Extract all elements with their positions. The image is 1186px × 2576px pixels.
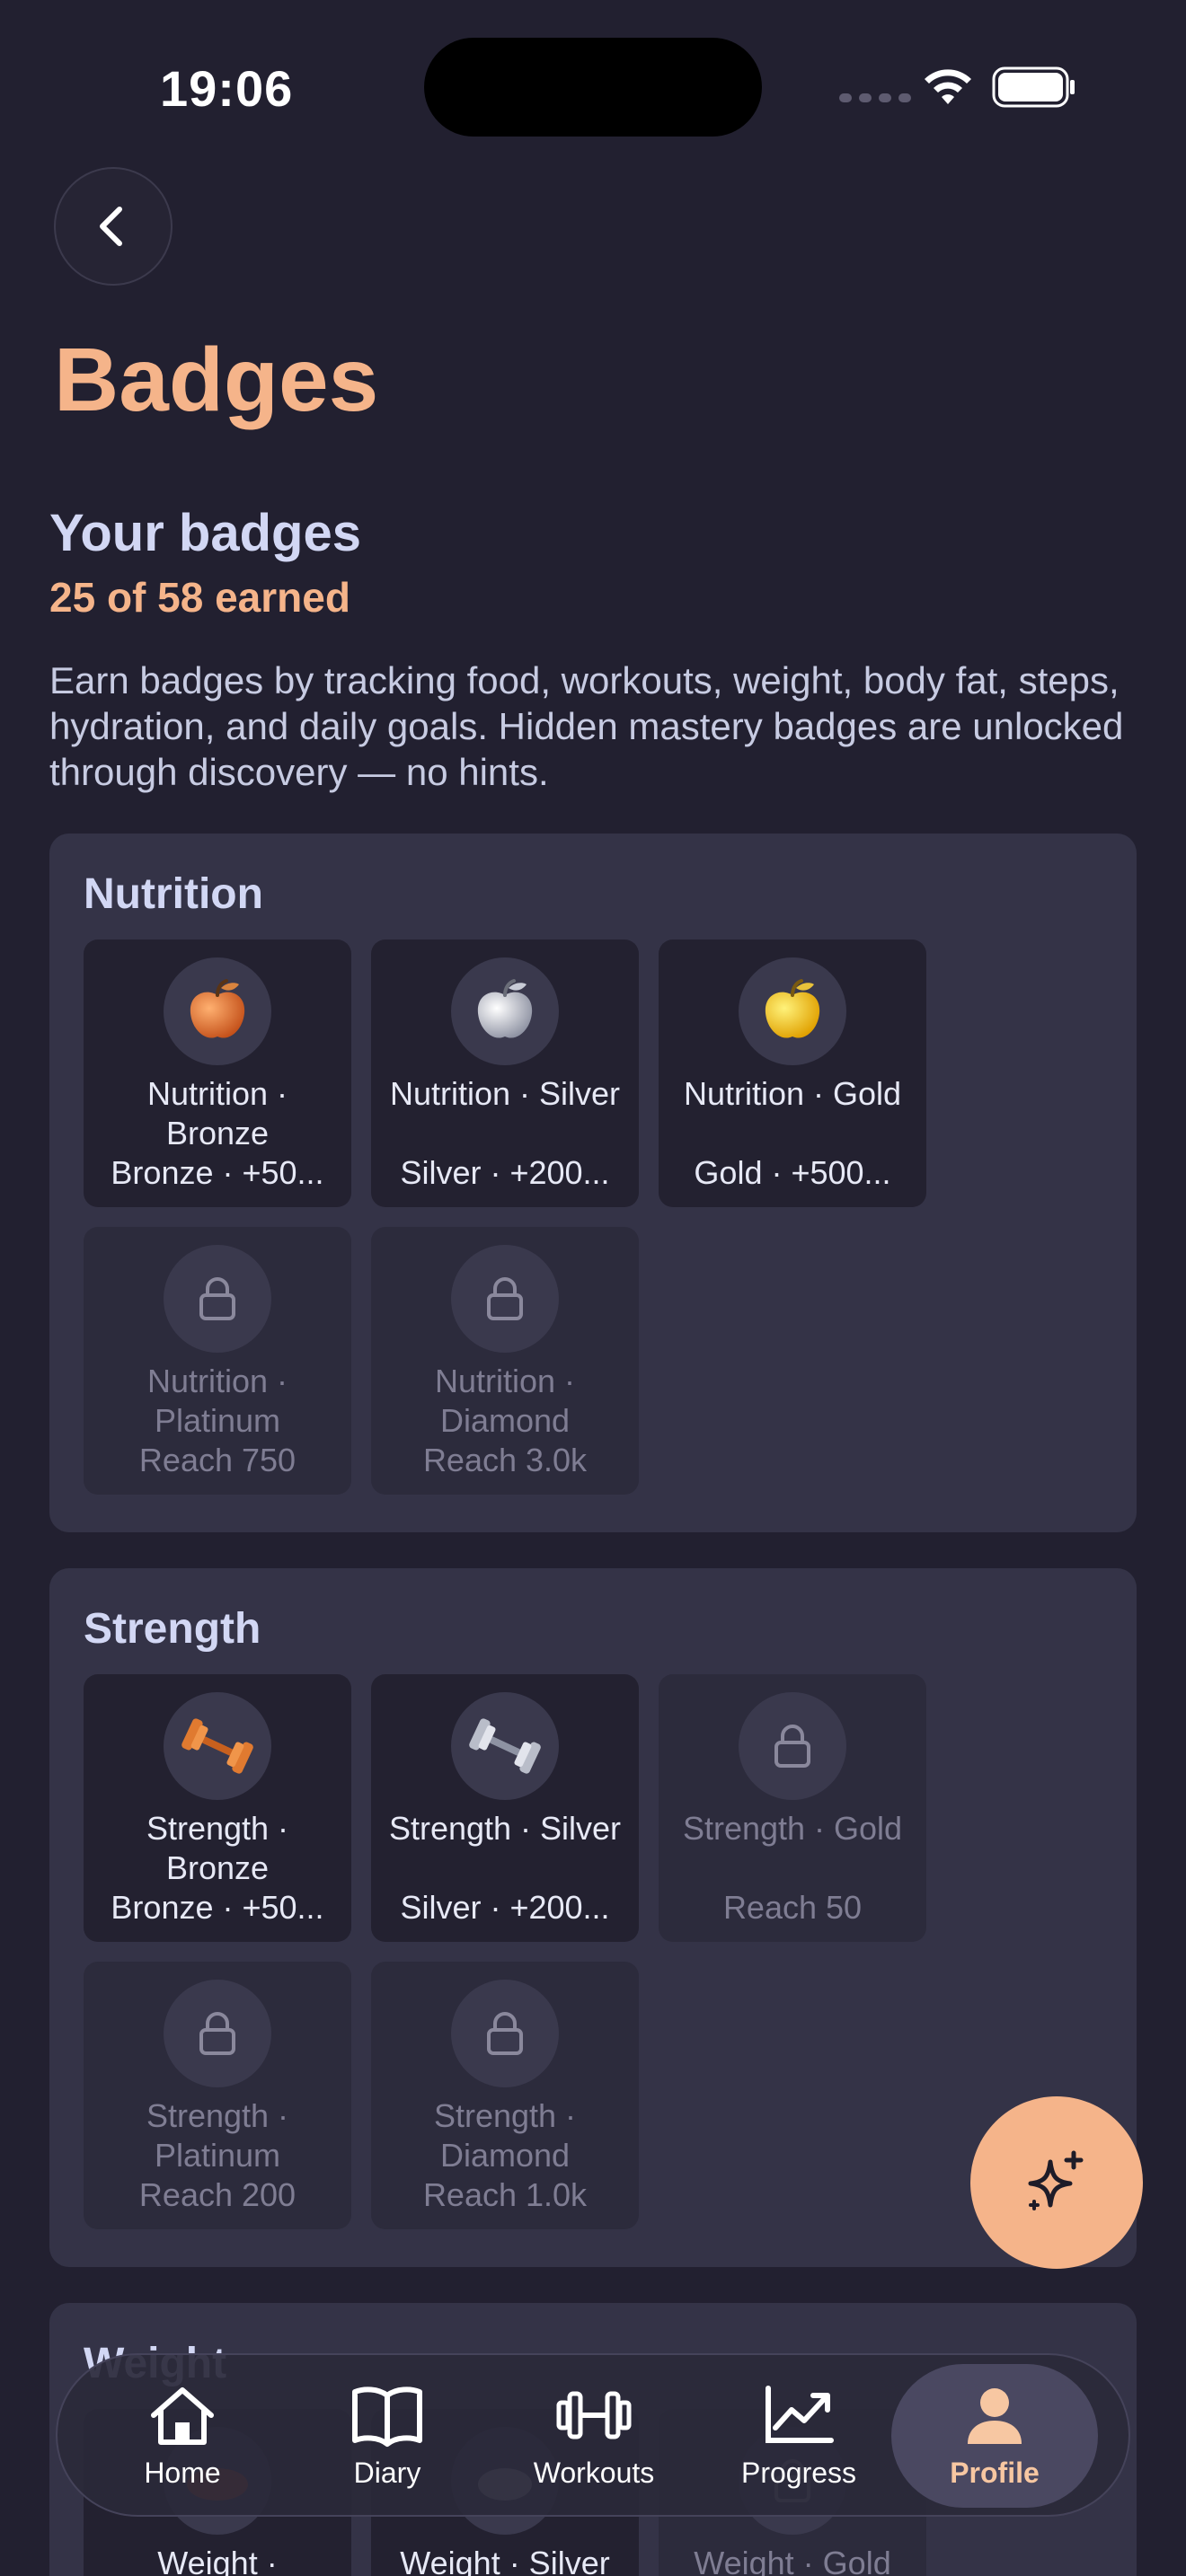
back-button[interactable] <box>54 167 173 286</box>
tab-label: Home <box>144 2456 221 2489</box>
badge-strength-platinum[interactable]: Strength · Platinum Reach 200 <box>84 1962 351 2229</box>
dumbbell-icon <box>556 2391 632 2439</box>
badge-name: Nutrition · Diamond <box>434 1363 576 1439</box>
bronze-apple-icon <box>164 957 271 1065</box>
badge-subtitle: Gold · +500... <box>694 1154 891 1191</box>
tab-label: Workouts <box>533 2456 655 2489</box>
badge-name: Weight · Gold <box>694 2545 891 2576</box>
silver-apple-icon <box>451 957 559 1065</box>
page-title: Badges <box>54 330 379 430</box>
category-title: Nutrition <box>84 870 263 918</box>
badge-subtitle: Bronze · +50... <box>111 1889 324 1926</box>
badge-subtitle: Reach 3.0k <box>422 1442 588 1478</box>
wifi-icon <box>925 69 971 104</box>
badge-subtitle: Reach 200 <box>138 2176 296 2213</box>
sparkle-icon <box>1028 2150 1084 2210</box>
gold-apple-icon <box>739 957 846 1065</box>
badge-nutrition-bronze[interactable]: Nutrition · Bronze Bronze · +50... <box>84 940 351 1207</box>
badge-name: Weight · Silver <box>400 2545 610 2576</box>
tab-label: Profile <box>950 2456 1040 2489</box>
badge-name: Nutrition · Platinum <box>146 1363 288 1439</box>
tab-profile[interactable]: Profile <box>891 2364 1098 2508</box>
signal-icon <box>839 93 911 102</box>
badge-name: Strength · Diamond <box>433 2097 577 2174</box>
badge-subtitle: Reach 1.0k <box>422 2176 588 2213</box>
status-time: 19:06 <box>160 60 294 117</box>
battery-icon <box>992 66 1075 108</box>
tab-workouts[interactable]: Workouts <box>491 2364 697 2508</box>
badge-subtitle: Reach 750 <box>138 1442 296 1478</box>
badge-strength-diamond[interactable]: Strength · Diamond Reach 1.0k <box>371 1962 639 2229</box>
badge-subtitle: Bronze · +50... <box>111 1154 324 1191</box>
badge-subtitle: Silver · +200... <box>400 1154 610 1191</box>
tab-label: Diary <box>353 2456 421 2489</box>
badge-name: Nutrition · Bronze <box>146 1075 288 1151</box>
category-title: Strength <box>84 1605 261 1653</box>
silver-dumbbell-icon <box>451 1692 559 1800</box>
badge-nutrition-silver[interactable]: Nutrition · Silver Silver · +200... <box>371 940 639 1207</box>
tab-progress[interactable]: Progress <box>695 2364 902 2508</box>
tab-label: Progress <box>740 2456 857 2489</box>
lock-icon <box>451 1245 559 1353</box>
badge-subtitle: Silver · +200... <box>400 1889 610 1926</box>
badges-description: Earn badges by tracking food, workouts, … <box>49 659 1124 793</box>
badge-name: Weight · <box>157 2545 278 2576</box>
badges-screen: 19:06 Badges Your badges 25 of 58 earned… <box>0 0 1186 2576</box>
badge-strength-bronze[interactable]: Strength · Bronze Bronze · +50... <box>84 1674 351 1942</box>
category-card-nutrition: Nutrition Nutrition · Bronze Bronze · +5… <box>49 834 1137 1532</box>
badge-nutrition-platinum[interactable]: Nutrition · Platinum Reach 750 <box>84 1227 351 1495</box>
badge-name: Strength · Platinum <box>146 2097 289 2174</box>
badge-subtitle: Reach 50 <box>722 1889 863 1926</box>
badge-name: Nutrition · Gold <box>683 1075 902 1112</box>
chart-icon <box>766 2385 834 2443</box>
badge-strength-gold[interactable]: Strength · Gold Reach 50 <box>659 1674 926 1942</box>
your-badges-heading: Your badges <box>49 504 361 562</box>
badge-strength-silver[interactable]: Strength · Silver Silver · +200... <box>371 1674 639 1942</box>
ai-sparkle-button[interactable] <box>970 2096 1143 2269</box>
chevron-left-icon <box>100 207 122 246</box>
badge-name: Strength · Silver <box>388 1810 622 1847</box>
dynamic-island <box>424 38 762 137</box>
badge-name: Strength · Bronze <box>146 1810 289 1886</box>
badge-name: Nutrition · Silver <box>389 1075 621 1112</box>
lock-icon <box>739 1692 846 1800</box>
lock-icon <box>164 1980 271 2087</box>
earned-count: 25 of 58 earned <box>49 574 350 621</box>
lock-icon <box>164 1245 271 1353</box>
badge-nutrition-gold[interactable]: Nutrition · Gold Gold · +500... <box>659 940 926 1207</box>
tab-bar: Home Diary Workouts Progress Profile <box>56 2353 1130 2517</box>
bronze-dumbbell-icon <box>164 1692 271 1800</box>
lock-icon <box>451 1980 559 2087</box>
badge-name: Strength · Gold <box>682 1810 903 1847</box>
badge-nutrition-diamond[interactable]: Nutrition · Diamond Reach 3.0k <box>371 1227 639 1495</box>
book-icon <box>352 2386 422 2447</box>
tab-diary[interactable]: Diary <box>284 2364 491 2508</box>
tab-home[interactable]: Home <box>79 2364 286 2508</box>
home-icon <box>151 2386 214 2445</box>
person-icon <box>968 2387 1022 2444</box>
